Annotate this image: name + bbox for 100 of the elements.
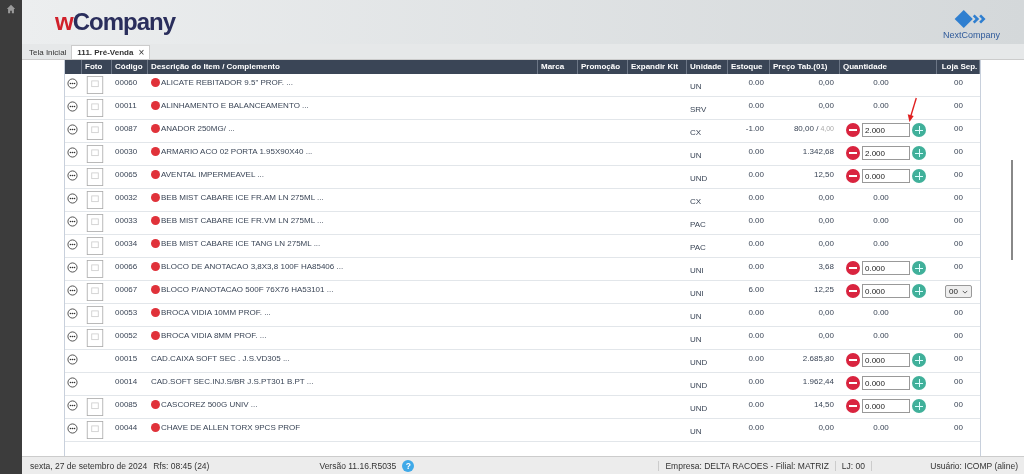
stock-cell-text: 0.00 — [747, 330, 765, 342]
more-options-icon[interactable] — [67, 124, 78, 135]
price-cell: 0,00 — [818, 239, 834, 248]
store-cell: 00 — [954, 78, 963, 87]
item-description[interactable]: BROCA VIDIA 8MM PROF. ... — [161, 331, 267, 340]
store-cell: 00 — [954, 354, 963, 363]
stock-cell-text: 0.00 — [747, 261, 765, 273]
item-description[interactable]: BEB MIST CABARE ICE TANG LN 275ML ... — [161, 239, 321, 248]
item-description[interactable]: CHAVE DE ALLEN TORX 9PCS PROF — [161, 423, 301, 432]
decrease-button[interactable] — [846, 399, 860, 413]
column-header[interactable]: Descrição do Item / Complemento — [148, 60, 538, 74]
more-options-icon[interactable] — [67, 377, 78, 388]
quantity-cell-text: 0.00 — [872, 101, 890, 110]
item-description[interactable]: CASCOREZ 500G UNIV ... — [161, 400, 258, 409]
more-options-icon[interactable] — [67, 262, 78, 273]
unit-cell-text: CX — [689, 127, 703, 139]
price-cell: 0,00 — [818, 308, 834, 317]
more-options-icon[interactable] — [67, 193, 78, 204]
scrollbar[interactable] — [1011, 160, 1013, 260]
quantity-field[interactable]: 0.000 — [862, 353, 910, 367]
stock-cell-text: 0.00 — [747, 376, 765, 388]
decrease-button[interactable] — [846, 376, 860, 390]
stock-cell-text: 0.00 — [747, 422, 765, 434]
column-header[interactable]: Expandir Kit — [628, 60, 687, 74]
increase-button[interactable] — [912, 376, 926, 390]
item-description[interactable]: AVENTAL IMPERMEAVEL ... — [161, 170, 264, 179]
more-options-icon[interactable] — [67, 308, 78, 319]
more-options-icon[interactable] — [67, 239, 78, 250]
store-cell: 00 — [954, 423, 963, 432]
close-button[interactable]: × — [138, 48, 145, 57]
code-cell-text: 00014 — [114, 376, 139, 388]
quantity-field[interactable]: 0.000 — [862, 169, 910, 183]
increase-button[interactable] — [912, 353, 926, 367]
quantity-field[interactable]: 0.000 — [862, 376, 910, 390]
store-select[interactable]: 00 — [945, 285, 972, 298]
increase-button[interactable] — [912, 284, 926, 298]
price-cell: 0,00 — [818, 331, 834, 340]
more-options-icon[interactable] — [67, 354, 78, 365]
increase-button[interactable] — [912, 123, 926, 137]
column-header[interactable]: Marca — [538, 60, 578, 74]
price-cell: 12,50 — [813, 170, 834, 179]
price-cell: 0,00 — [818, 78, 834, 87]
code-cell-text: 00033 — [114, 215, 139, 227]
more-options-icon[interactable] — [67, 285, 78, 296]
item-description[interactable]: BLOCO P/ANOTACAO 500F 76X76 HA53101 ... — [161, 285, 334, 294]
more-options-icon[interactable] — [67, 216, 78, 227]
decrease-button[interactable] — [846, 169, 860, 183]
code-cell-text: 00030 — [114, 146, 139, 158]
refresh-text: Rfs: 08:45 (24) — [153, 460, 210, 471]
more-options-icon[interactable] — [67, 423, 78, 434]
increase-button[interactable] — [912, 146, 926, 160]
increase-button[interactable] — [912, 399, 926, 413]
more-options-icon[interactable] — [67, 78, 78, 89]
more-options-icon[interactable] — [67, 400, 78, 411]
decrease-button[interactable] — [846, 261, 860, 275]
more-options-icon[interactable] — [67, 101, 78, 112]
unit-cell-text: UND — [689, 403, 709, 415]
item-description[interactable]: BROCA VIDIA 10MM PROF. ... — [161, 308, 271, 317]
item-description[interactable]: ARMARIO ACO 02 PORTA 1.95X90X40 ... — [161, 147, 313, 156]
increase-button[interactable] — [912, 169, 926, 183]
tab[interactable]: Tela Inicial — [24, 46, 72, 59]
column-header[interactable]: Código — [112, 60, 148, 74]
item-description[interactable]: CAD.SOFT SEC.INJ.S/BR J.S.PT301 B.PT ... — [151, 377, 314, 386]
decrease-button[interactable] — [846, 146, 860, 160]
more-options-icon[interactable] — [67, 147, 78, 158]
quantity-field[interactable]: 0.000 — [862, 399, 910, 413]
quantity-field[interactable]: 2.000 — [862, 146, 910, 160]
decrease-button[interactable] — [846, 123, 860, 137]
store-cell: 00 — [954, 170, 963, 179]
unit-cell-text: UND — [689, 380, 709, 392]
column-header[interactable]: Preço Tab.(01) — [770, 60, 840, 74]
quantity-field[interactable]: 0.000 — [862, 284, 910, 298]
item-description[interactable]: ALINHAMENTO E BALANCEAMENTO ... — [161, 101, 309, 110]
column-header[interactable]: Foto — [82, 60, 112, 74]
item-description[interactable]: BLOCO DE ANOTACAO 3,8X3,8 100F HA85406 ... — [161, 262, 344, 271]
decrease-button[interactable] — [846, 353, 860, 367]
store-cell: 00 — [954, 147, 963, 156]
quantity-field[interactable]: 0.000 — [862, 261, 910, 275]
more-options-icon[interactable] — [67, 331, 78, 342]
quantity-cell-text: 0.00 — [872, 78, 890, 87]
item-description[interactable]: BEB MIST CABARE ICE FR.VM LN 275ML ... — [161, 216, 324, 225]
home-icon[interactable] — [6, 4, 16, 14]
store-cell: 00 — [954, 124, 963, 133]
item-description[interactable]: ANADOR 250MG/ ... — [161, 124, 235, 133]
column-header[interactable]: Promoção — [578, 60, 628, 74]
price-cell: 14,50 — [813, 400, 834, 409]
item-description[interactable]: BEB MIST CABARE ICE FR.AM LN 275ML ... — [161, 193, 324, 202]
column-header[interactable]: Unidade — [687, 60, 728, 74]
column-header[interactable]: Quantidade — [840, 60, 937, 74]
tab[interactable]: 111. Pré-Venda × — [71, 45, 151, 59]
item-description[interactable]: ALICATE REBITADOR 9.5" PROF. ... — [161, 78, 293, 87]
quantity-field[interactable]: 2.000 — [862, 123, 910, 137]
column-header[interactable]: Loja Sep. — [937, 60, 980, 74]
increase-button[interactable] — [912, 261, 926, 275]
store-cell: 00 — [954, 400, 963, 409]
column-header[interactable]: Estoque — [728, 60, 770, 74]
decrease-button[interactable] — [846, 284, 860, 298]
item-description[interactable]: CAD.CAIXA SOFT SEC . J.S.VD305 ... — [151, 354, 290, 363]
more-options-icon[interactable] — [67, 170, 78, 181]
code-cell-text: 00060 — [114, 77, 139, 89]
